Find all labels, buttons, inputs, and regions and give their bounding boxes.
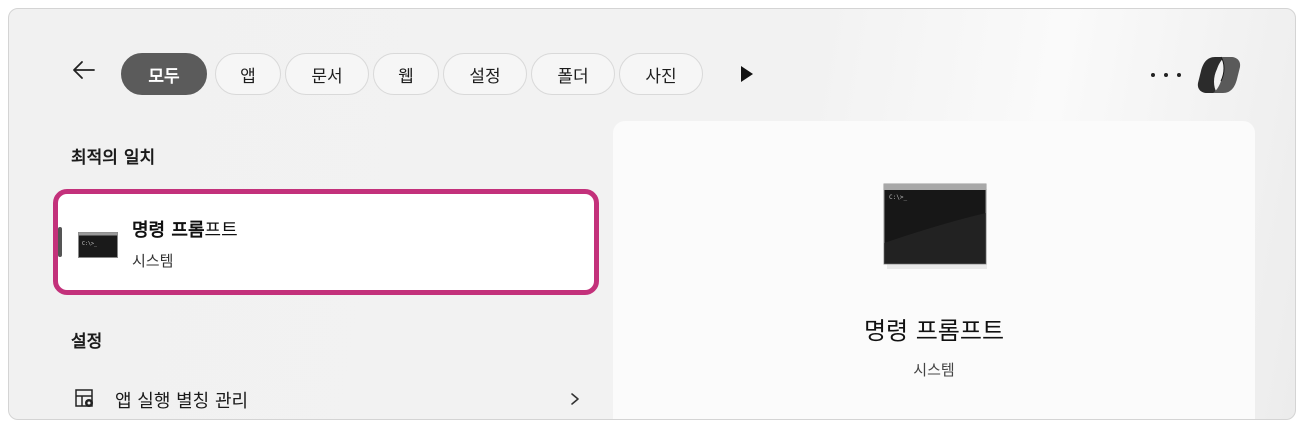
- more-filters-play-icon[interactable]: [741, 66, 753, 82]
- preview-subtitle: 시스템: [913, 361, 955, 379]
- best-match-heading: 최적의 일치: [71, 148, 156, 168]
- item-subtitle: 시스템: [132, 252, 174, 270]
- command-prompt-large-icon: C:\>_: [883, 183, 989, 269]
- tab-folders[interactable]: 폴더: [531, 53, 615, 95]
- best-match-item-command-prompt[interactable]: C:\>_ 명령 프롬프트 시스템: [53, 189, 599, 295]
- search-window: 모두 앱 문서 웹 설정 폴더 사진 최적의 일치 C:\>_ 명령 프롬프트 …: [8, 8, 1296, 420]
- preview-panel: C:\>_ 명령 프롬프트 시스템: [613, 121, 1255, 419]
- settings-item-label: 앱 실행 별칭 관리: [115, 391, 249, 412]
- tab-web[interactable]: 웹: [373, 53, 439, 95]
- tab-documents[interactable]: 문서: [285, 53, 369, 95]
- back-arrow-icon[interactable]: [67, 53, 101, 87]
- tab-settings[interactable]: 설정: [443, 53, 527, 95]
- copilot-icon[interactable]: [1195, 51, 1243, 99]
- chevron-right-icon: [567, 391, 583, 407]
- tab-all[interactable]: 모두: [121, 53, 207, 95]
- settings-item-app-execution-alias[interactable]: 앱 실행 별칭 관리: [71, 381, 583, 417]
- tab-photos[interactable]: 사진: [619, 53, 703, 95]
- command-prompt-icon: C:\>_: [78, 232, 118, 258]
- preview-title: 명령 프롬프트: [863, 317, 1005, 345]
- more-options-icon[interactable]: [1151, 65, 1181, 85]
- svg-text:C:\>_: C:\>_: [889, 194, 907, 201]
- svg-text:C:\>_: C:\>_: [82, 241, 98, 247]
- settings-heading: 설정: [71, 332, 103, 352]
- app-alias-icon: [75, 389, 95, 409]
- selection-indicator: [58, 227, 62, 257]
- tab-apps[interactable]: 앱: [215, 53, 281, 95]
- item-title: 명령 프롬프트: [132, 220, 238, 241]
